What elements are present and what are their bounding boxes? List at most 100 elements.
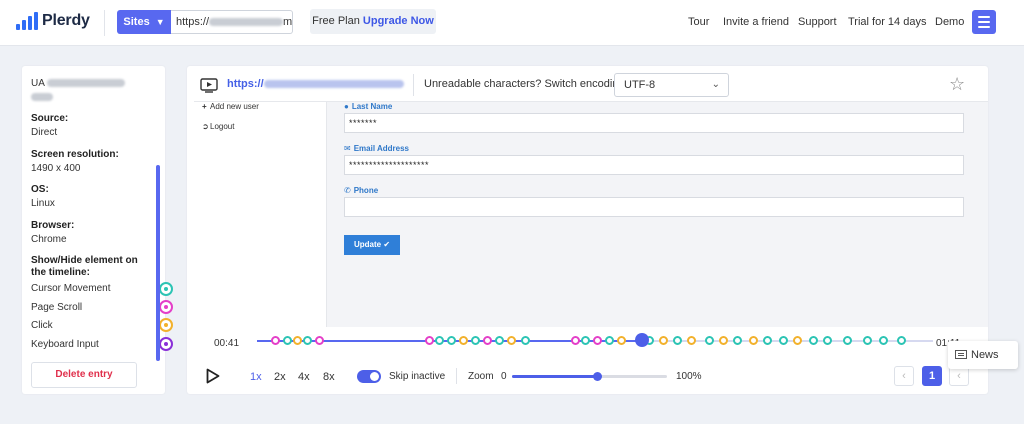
nav-demo[interactable]: Demo	[935, 16, 964, 28]
replay-phone-label-text: Phone	[353, 186, 379, 195]
session-info-panel: UA Source: Direct Screen resolution: 149…	[22, 66, 173, 394]
video-player-icon	[200, 78, 218, 93]
timeline-event-marker[interactable]	[471, 336, 480, 345]
news-popup-button[interactable]: News	[948, 341, 1018, 369]
timeline-event-marker[interactable]	[425, 336, 434, 345]
timeline-event-marker[interactable]	[507, 336, 516, 345]
site-url-prefix: https://	[176, 16, 210, 28]
speed-2x[interactable]: 2x	[274, 371, 286, 383]
toggle-cursor-movement-icon[interactable]	[159, 282, 173, 296]
timeline-event-marker[interactable]	[659, 336, 668, 345]
phone-icon: ✆	[344, 186, 351, 195]
toggle-page-scroll-icon[interactable]	[159, 300, 173, 314]
toggle-keyboard-input-icon[interactable]	[159, 337, 173, 351]
timeline-event-marker[interactable]	[719, 336, 728, 345]
nav-invite-friend[interactable]: Invite a friend	[723, 16, 789, 28]
timeline-event-marker[interactable]	[315, 336, 324, 345]
site-url-suffix: m	[283, 16, 293, 28]
page-prev-button[interactable]: ‹	[894, 366, 914, 386]
timeline-event-marker[interactable]	[271, 336, 280, 345]
timeline-event-marker[interactable]	[793, 336, 802, 345]
nav-trial[interactable]: Trial for 14 days	[848, 16, 926, 28]
timeline-event-marker[interactable]	[435, 336, 444, 345]
timeline-event-marker[interactable]	[673, 336, 682, 345]
timeline-event-marker[interactable]	[293, 336, 302, 345]
zoom-slider-handle[interactable]	[593, 372, 602, 381]
timeline-event-marker[interactable]	[779, 336, 788, 345]
timeline-event-marker[interactable]	[879, 336, 888, 345]
delete-entry-button[interactable]: Delete entry	[31, 362, 137, 388]
timeline-event-marker[interactable]	[763, 336, 772, 345]
play-button-icon[interactable]	[206, 368, 220, 384]
timeline-event-marker[interactable]	[687, 336, 696, 345]
timeline-event-marker[interactable]	[863, 336, 872, 345]
replay-email-field: ********************	[344, 155, 964, 175]
encoding-prompt: Unreadable characters? Switch encoding	[424, 78, 625, 90]
speed-4x[interactable]: 4x	[298, 371, 310, 383]
plan-banner: Free Plan Upgrade Now	[310, 9, 436, 34]
session-replay-panel: https:// Unreadable characters? Switch e…	[187, 66, 988, 394]
replay-phone-label: ✆ Phone	[344, 186, 378, 195]
timeline-event-marker[interactable]	[733, 336, 742, 345]
timeline-event-marker[interactable]	[809, 336, 818, 345]
replay-logout-item: ➲Logout	[202, 122, 234, 131]
skip-inactive-toggle[interactable]	[357, 370, 381, 383]
timeline-event-marker[interactable]	[617, 336, 626, 345]
nav-tour[interactable]: Tour	[688, 16, 709, 28]
zoom-slider-fill	[512, 375, 597, 378]
timeline-event-marker[interactable]	[823, 336, 832, 345]
replay-email-label-text: Email Address	[353, 144, 409, 153]
hamburger-menu-button[interactable]	[972, 10, 996, 34]
speed-8x[interactable]: 8x	[323, 371, 335, 383]
replay-update-label: Update	[353, 240, 382, 249]
plan-text: Free Plan	[312, 15, 360, 27]
logout-icon: ➲	[202, 122, 209, 131]
timeline-event-marker[interactable]	[593, 336, 602, 345]
os-value: Linux	[31, 198, 55, 209]
replay-add-user-item: + Add new user	[202, 102, 259, 111]
source-value: Direct	[31, 127, 58, 138]
upgrade-now-link[interactable]: Upgrade Now	[363, 15, 434, 27]
page-next-button[interactable]: ‹	[949, 366, 969, 386]
timeline-event-marker[interactable]	[495, 336, 504, 345]
menu-line	[978, 16, 990, 18]
timeline-event-marker[interactable]	[705, 336, 714, 345]
menu-line	[978, 26, 990, 28]
timeline-event-marker[interactable]	[303, 336, 312, 345]
source-label: Source:	[31, 113, 69, 124]
speed-1x[interactable]: 1x	[250, 371, 262, 383]
timeline-event-marker[interactable]	[581, 336, 590, 345]
plerdy-logo[interactable]: Plerdy	[16, 12, 90, 30]
timeline-event-marker[interactable]	[843, 336, 852, 345]
replay-viewport: + Add new user ➲Logout ● Last Name *******…	[194, 101, 988, 327]
site-url-field[interactable]: https:// m	[171, 10, 293, 34]
logo-text: Plerdy	[42, 12, 90, 29]
timeline-event-marker[interactable]	[447, 336, 456, 345]
header-divider	[104, 10, 105, 36]
replay-email-label: ✉ Email Address	[344, 144, 409, 153]
nav-support[interactable]: Support	[798, 16, 837, 28]
zoom-slider[interactable]	[512, 372, 667, 381]
panel-scrollbar[interactable]	[156, 165, 160, 361]
timeline-event-marker[interactable]	[283, 336, 292, 345]
toolbar-divider	[413, 74, 414, 96]
encoding-select[interactable]: UTF-8 ⌄	[614, 73, 729, 97]
replay-phone-field	[344, 197, 964, 217]
favorite-star-icon[interactable]: ☆	[949, 74, 965, 95]
timeline-event-marker[interactable]	[749, 336, 758, 345]
timeline-playhead[interactable]	[635, 333, 649, 347]
recorded-page-url[interactable]: https://	[227, 78, 404, 90]
timeline-event-marker[interactable]	[605, 336, 614, 345]
encoding-value: UTF-8	[624, 79, 656, 91]
timeline-event-marker[interactable]	[459, 336, 468, 345]
zoom-max: 100%	[676, 371, 702, 382]
timeline-event-marker[interactable]	[571, 336, 580, 345]
timeline-event-marker[interactable]	[897, 336, 906, 345]
os-label: OS:	[31, 184, 49, 195]
sites-dropdown-button[interactable]: Sites ▼	[117, 10, 171, 34]
timeline-event-marker[interactable]	[521, 336, 530, 345]
timeline-event-marker[interactable]	[483, 336, 492, 345]
toggle-click-icon[interactable]	[159, 318, 173, 332]
page-current-button[interactable]: 1	[922, 366, 942, 386]
replay-timeline[interactable]	[257, 333, 933, 348]
